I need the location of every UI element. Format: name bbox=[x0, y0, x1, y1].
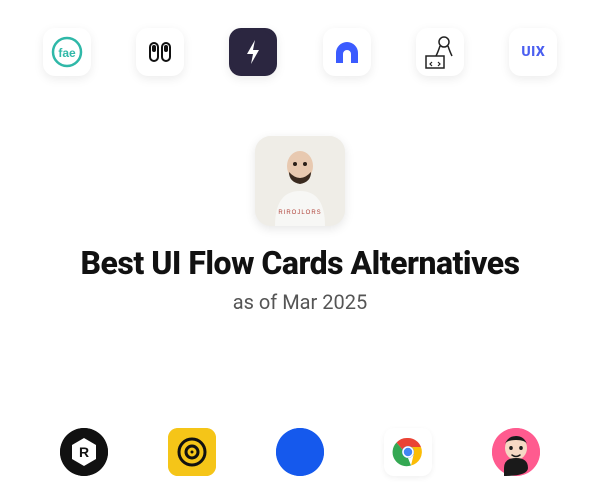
uix-label: UIX bbox=[521, 44, 545, 60]
dev-sketch-icon bbox=[420, 32, 460, 72]
arch-icon bbox=[330, 35, 364, 69]
app-icon-chrome[interactable] bbox=[384, 428, 432, 476]
author-avatar: RIROJLORS bbox=[255, 136, 345, 226]
app-icon-dev-sketch[interactable] bbox=[416, 28, 464, 76]
fae-icon: fae bbox=[50, 35, 84, 69]
bottom-icon-row: R bbox=[0, 428, 600, 476]
app-icon-face-pink[interactable] bbox=[492, 428, 540, 476]
app-icon-fae[interactable]: fae bbox=[43, 28, 91, 76]
app-icon-pills[interactable] bbox=[136, 28, 184, 76]
bolt-icon bbox=[229, 28, 277, 76]
svg-text:R: R bbox=[79, 444, 89, 460]
blue-circle-icon bbox=[276, 428, 324, 476]
hero-section: RIROJLORS Best UI Flow Cards Alternative… bbox=[0, 136, 600, 314]
pills-icon bbox=[145, 37, 175, 67]
app-icon-uix[interactable]: UIX bbox=[509, 28, 557, 76]
svg-text:RIROJLORS: RIROJLORS bbox=[278, 210, 321, 216]
app-icon-hex-r[interactable]: R bbox=[60, 428, 108, 476]
app-icon-arch[interactable] bbox=[323, 28, 371, 76]
page-subtitle: as of Mar 2025 bbox=[0, 290, 600, 314]
app-icon-yellow-target[interactable] bbox=[168, 428, 216, 476]
page-title: Best UI Flow Cards Alternatives bbox=[0, 244, 600, 282]
hex-r-icon: R bbox=[60, 428, 108, 476]
top-icon-row: fae UIX bbox=[0, 0, 600, 76]
target-icon bbox=[168, 428, 216, 476]
app-icon-blue-circle[interactable] bbox=[276, 428, 324, 476]
app-icon-bolt[interactable] bbox=[229, 28, 277, 76]
avatar-image: RIROJLORS bbox=[255, 136, 345, 226]
svg-text:fae: fae bbox=[58, 46, 76, 60]
chrome-icon bbox=[392, 436, 424, 468]
face-pink-icon bbox=[492, 428, 540, 476]
